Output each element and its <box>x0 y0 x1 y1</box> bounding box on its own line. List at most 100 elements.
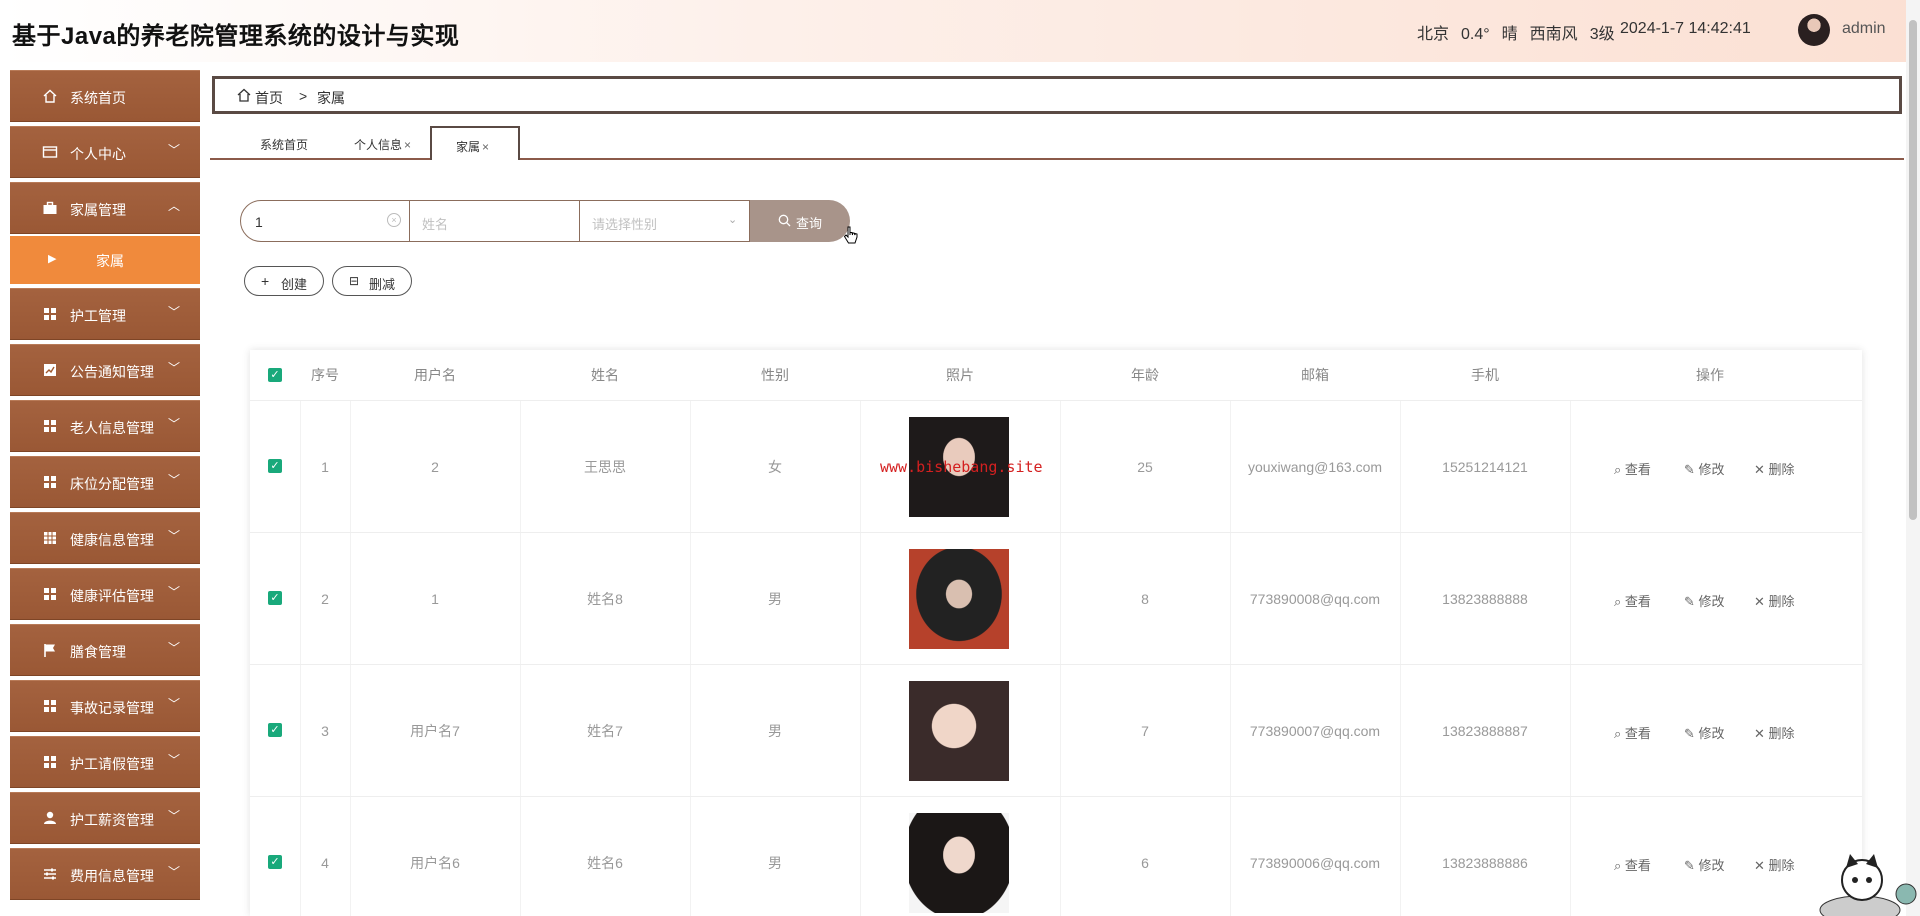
close-icon[interactable]: × <box>404 138 411 152</box>
cell-no: 4 <box>321 855 329 871</box>
sidebar-item-12[interactable]: 护工薪资管理 ﹀ <box>10 792 200 844</box>
chevron-down-icon: ﹀ <box>168 305 181 319</box>
cell-gender: 女 <box>768 459 782 475</box>
sidebar-item-11[interactable]: 护工请假管理 ﹀ <box>10 736 200 788</box>
edit-button[interactable]: ✎ 修改 <box>1684 855 1725 874</box>
sidebar-item-2[interactable]: 家属管理 ︿ <box>10 182 200 234</box>
sidebar-item-4[interactable]: 公告通知管理 ﹀ <box>10 344 200 396</box>
sidebar-item-8[interactable]: 健康评估管理 ﹀ <box>10 568 200 620</box>
cell-no: 3 <box>321 723 329 739</box>
cell-gender: 男 <box>768 723 782 739</box>
view-button[interactable]: ⌕ 查看 <box>1614 723 1651 742</box>
row-checkbox[interactable]: ✓ <box>268 591 282 605</box>
sidebar: 系统首页 个人中心 ﹀ 家属管理 ︿ ▶ 家属 护工管理 ﹀ 公告通知管理 ﹀ 老人信息管理 ﹀ 床位分配… <box>10 70 200 916</box>
close-icon[interactable]: × <box>482 140 489 154</box>
breadcrumb-current: 家属 <box>317 90 345 106</box>
breadcrumb-separator: > <box>299 88 308 104</box>
cell-no: 2 <box>321 591 329 607</box>
sidebar-item-0[interactable]: 系统首页 <box>10 70 200 122</box>
cell-username: 2 <box>431 459 439 475</box>
view-button-label: 查看 <box>1624 858 1651 873</box>
delete-button[interactable]: ✕ 删除 <box>1754 723 1795 742</box>
sidebar-subitem-label: 家属 <box>96 253 124 269</box>
row-checkbox[interactable]: ✓ <box>268 459 282 473</box>
minus-square-icon: ⊟ <box>349 274 360 288</box>
sidebar-item-9[interactable]: 膳食管理 ﹀ <box>10 624 200 676</box>
cell-username: 用户名7 <box>410 723 460 739</box>
row-checkbox[interactable]: ✓ <box>268 855 282 869</box>
sidebar-item-5[interactable]: 老人信息管理 ﹀ <box>10 400 200 452</box>
sidebar-item-7[interactable]: 健康信息管理 ﹀ <box>10 512 200 564</box>
delete-batch-button-label: 删减 <box>369 277 396 292</box>
cell-phone: 15251214121 <box>1442 459 1528 475</box>
edit-button[interactable]: ✎ 修改 <box>1684 723 1725 742</box>
cell-age: 7 <box>1141 723 1149 739</box>
weather-wind: 西南风 <box>1529 26 1578 43</box>
edit-button[interactable]: ✎ 修改 <box>1684 591 1725 610</box>
sidebar-item-1[interactable]: 个人中心 ﹀ <box>10 126 200 178</box>
sidebar-item-label: 床位分配管理 <box>70 476 154 492</box>
chevron-down-icon: ⌄ <box>728 214 738 226</box>
cell-phone: 13823888886 <box>1442 855 1528 871</box>
tab-family[interactable]: 家属 × <box>430 126 520 160</box>
cell-phone: 13823888887 <box>1442 723 1528 739</box>
weather-condition: 晴 <box>1501 26 1518 43</box>
sidebar-item-6[interactable]: 床位分配管理 ﹀ <box>10 456 200 508</box>
view-button[interactable]: ⌕ 查看 <box>1614 591 1651 610</box>
search-icon: ⌕ <box>1614 726 1625 741</box>
row-checkbox[interactable]: ✓ <box>268 723 282 737</box>
clear-icon[interactable]: × <box>387 213 401 227</box>
view-button[interactable]: ⌕ 查看 <box>1614 855 1651 874</box>
grid-icon <box>44 588 56 600</box>
delete-button[interactable]: ✕ 删除 <box>1754 855 1795 874</box>
plus-icon: + <box>261 273 270 289</box>
cell-name: 王思思 <box>584 459 626 475</box>
tab-label: 家属 <box>456 140 481 154</box>
column-header-phone: 手机 <box>1471 367 1499 383</box>
view-button[interactable]: ⌕ 查看 <box>1614 459 1651 478</box>
edit-button-label: 修改 <box>1698 858 1725 873</box>
search-button[interactable]: 查询 <box>750 200 850 242</box>
sidebar-item-label: 膳食管理 <box>70 644 126 660</box>
select-all-checkbox[interactable]: ✓ <box>268 368 282 382</box>
cell-username: 用户名6 <box>410 855 460 871</box>
edit-button[interactable]: ✎ 修改 <box>1684 459 1725 478</box>
sidebar-item-3[interactable]: 护工管理 ﹀ <box>10 288 200 340</box>
breadcrumb-home[interactable]: 首页 <box>255 88 283 108</box>
sidebar-item-label: 健康信息管理 <box>70 532 154 548</box>
column-header-age: 年龄 <box>1131 367 1159 383</box>
gender-select[interactable]: 请选择性别 ⌄ <box>580 200 750 242</box>
sidebar-item-label: 健康评估管理 <box>70 588 154 604</box>
column-header-username: 用户名 <box>414 367 456 383</box>
scroll-thumb[interactable] <box>1909 20 1917 520</box>
breadcrumb: 首页 > 家属 <box>212 76 1902 114</box>
flag-icon <box>44 644 55 657</box>
sidebar-item-13[interactable]: 费用信息管理 ﹀ <box>10 848 200 900</box>
avatar[interactable] <box>1798 14 1830 46</box>
cell-name: 姓名8 <box>587 591 623 607</box>
page-scrollbar[interactable] <box>1906 0 1920 916</box>
weather-info: 北京 0.4° 晴西南风 3级 <box>1417 20 1627 44</box>
username[interactable]: admin <box>1842 20 1886 38</box>
delete-batch-button[interactable]: ⊟ 删减 <box>332 266 412 296</box>
create-button[interactable]: + 创建 <box>244 266 324 296</box>
sidebar-item-label: 个人中心 <box>70 146 126 162</box>
cell-email: 773890007@qq.com <box>1249 723 1381 739</box>
sidebar-item-10[interactable]: 事故记录管理 ﹀ <box>10 680 200 732</box>
delete-button[interactable]: ✕ 删除 <box>1754 459 1795 478</box>
tab-personal-info[interactable]: 个人信息 × <box>354 126 424 158</box>
username-search-input[interactable]: 1 × <box>240 200 410 242</box>
gender-placeholder: 请选择性别 <box>592 217 658 232</box>
sidebar-item-label: 事故记录管理 <box>70 700 154 716</box>
cell-name: 姓名6 <box>587 855 623 871</box>
cell-gender: 男 <box>768 855 782 871</box>
card-icon <box>42 146 58 158</box>
sidebar-item-label: 护工管理 <box>70 308 126 324</box>
name-search-input[interactable]: 姓名 <box>410 200 580 242</box>
cell-no: 1 <box>321 459 329 475</box>
tab-home[interactable]: 系统首页 <box>260 126 330 158</box>
delete-button[interactable]: ✕ 删除 <box>1754 591 1795 610</box>
sidebar-subitem-family[interactable]: ▶ 家属 <box>10 236 200 284</box>
app-title: 基于Java的养老院管理系统的设计与实现 <box>12 23 460 50</box>
briefcase-icon <box>43 201 57 214</box>
